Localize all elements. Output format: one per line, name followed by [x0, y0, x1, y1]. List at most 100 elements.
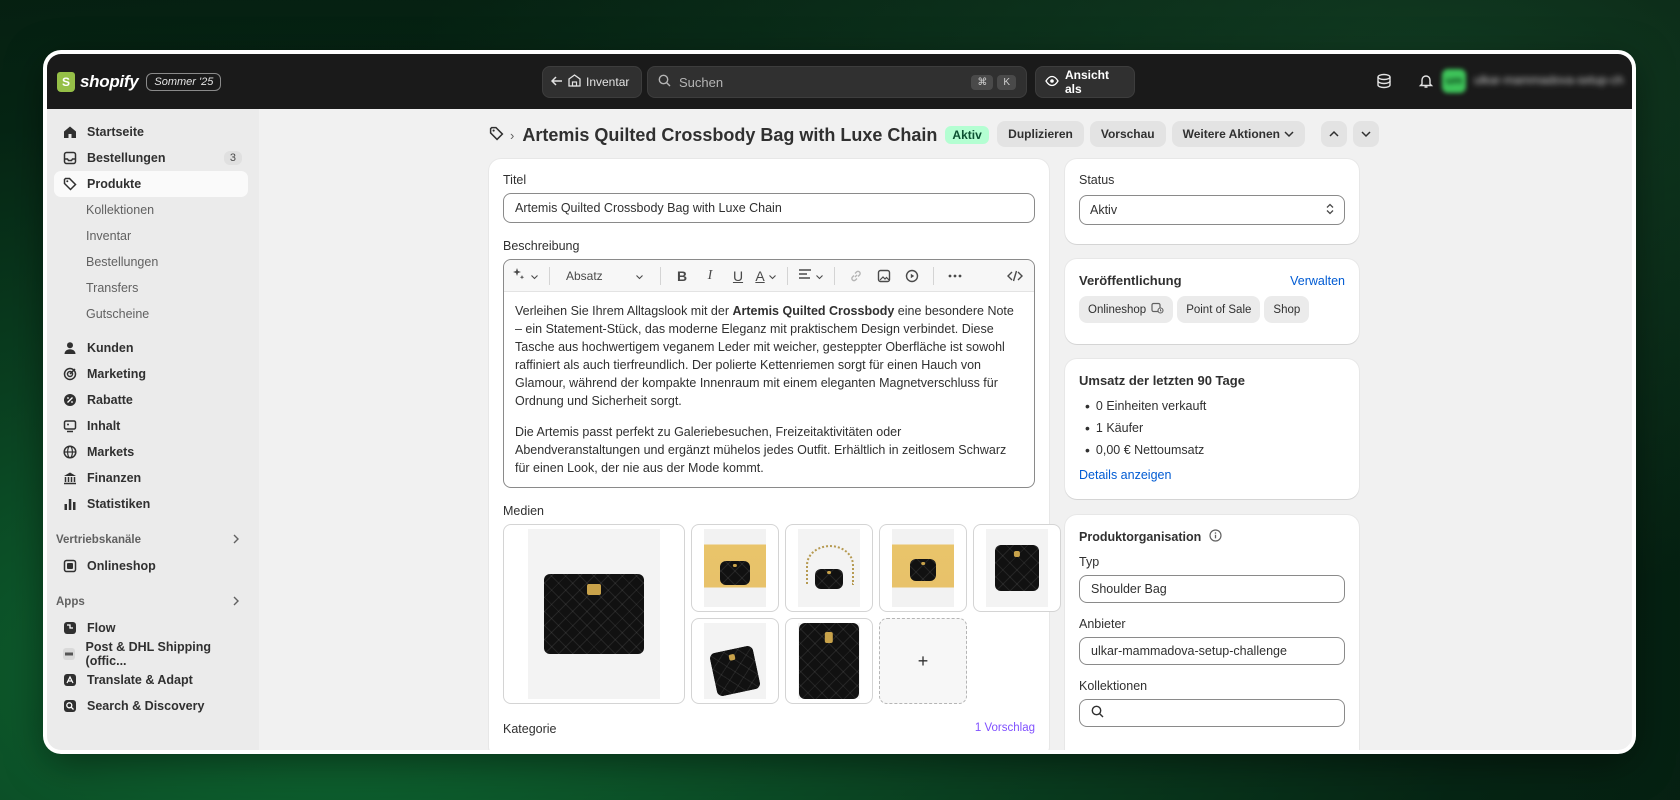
text-color-icon: A	[755, 267, 765, 284]
sidebar-section-sales-channels[interactable]: Vertriebskanäle	[54, 527, 248, 553]
add-media-button[interactable]: +	[879, 618, 967, 704]
eye-icon	[1045, 75, 1059, 90]
stat-net-sales: 0,00 € Nettoumsatz	[1079, 442, 1345, 458]
bag-image	[799, 623, 859, 699]
sidebar-item-discounts[interactable]: Rabatte	[54, 387, 248, 413]
media-item[interactable]	[691, 618, 779, 704]
sales-card: Umsatz der letzten 90 Tage 0 Einheiten v…	[1065, 359, 1359, 499]
view-as-button[interactable]: Ansicht als	[1035, 66, 1135, 98]
sidebar-item-products[interactable]: Produkte	[54, 171, 248, 197]
description-label: Beschreibung	[503, 239, 580, 253]
channel-chip-pos[interactable]: Point of Sale	[1177, 296, 1261, 323]
sidebar-item-label: Translate & Adapt	[87, 673, 193, 687]
preview-button[interactable]: Vorschau	[1089, 121, 1166, 147]
channel-chip-shop[interactable]: Shop	[1264, 296, 1310, 323]
media-item[interactable]	[691, 524, 779, 612]
more-options-icon[interactable]	[944, 265, 966, 287]
manage-link[interactable]: Verwalten	[1290, 274, 1345, 288]
section-label: Vertriebskanäle	[56, 534, 142, 546]
sidebar-item-customers[interactable]: Kunden	[54, 335, 248, 361]
sidebar-section-apps[interactable]: Apps	[54, 589, 248, 615]
publishing-card: Veröffentlichung Verwalten Onlineshop Po…	[1065, 259, 1359, 344]
product-photo	[892, 529, 954, 607]
media-item[interactable]	[879, 524, 967, 612]
details-link[interactable]: Details anzeigen	[1079, 468, 1345, 482]
media-item[interactable]	[785, 618, 873, 704]
previous-product-button[interactable]	[1321, 121, 1347, 147]
sales-title: Umsatz der letzten 90 Tage	[1079, 373, 1245, 388]
shopify-logo[interactable]: S shopify	[57, 71, 139, 92]
sidebar-item-content[interactable]: Inhalt	[54, 413, 248, 439]
paragraph-format-value: Absatz	[566, 268, 603, 283]
sidebar-item-label: Marketing	[87, 367, 147, 381]
sidebar-subitem-transfers[interactable]: Transfers	[54, 275, 248, 301]
sidebar-item-finances[interactable]: Finanzen	[54, 465, 248, 491]
next-product-button[interactable]	[1353, 121, 1379, 147]
type-input[interactable]: Shoulder Bag	[1079, 575, 1345, 603]
image-icon[interactable]	[873, 265, 895, 287]
media-item-main[interactable]	[503, 524, 685, 704]
duplicate-button[interactable]: Duplizieren	[997, 121, 1084, 147]
status-select[interactable]: Aktiv	[1079, 195, 1345, 225]
back-to-inventory-button[interactable]: Inventar	[542, 66, 642, 98]
underline-icon[interactable]: U	[727, 265, 749, 287]
paragraph-format-select[interactable]: Absatz	[560, 265, 650, 287]
type-label: Typ	[1079, 555, 1100, 569]
video-icon[interactable]	[901, 265, 923, 287]
link-icon[interactable]	[845, 265, 867, 287]
sidebar-subitem-purchase-orders[interactable]: Bestellungen	[54, 249, 248, 275]
search-discovery-icon	[62, 698, 78, 714]
product-photo	[704, 529, 766, 607]
description-text[interactable]: Verleihen Sie Ihrem Alltagslook mit der …	[504, 292, 1034, 487]
sidebar-subitem-inventory[interactable]: Inventar	[54, 223, 248, 249]
ai-generate-button[interactable]	[512, 265, 539, 287]
align-button[interactable]	[798, 265, 824, 287]
product-photo	[798, 529, 860, 607]
collections-search-input[interactable]	[1079, 699, 1345, 727]
sidebar-app-search-discovery[interactable]: Search & Discovery	[54, 693, 248, 719]
sidebar-item-label: Produkte	[87, 177, 142, 191]
sidebar-app-flow[interactable]: Flow	[54, 615, 248, 641]
status-select-value: Aktiv	[1090, 203, 1118, 217]
vendor-input[interactable]: ulkar-mammadova-setup-challenge	[1079, 637, 1345, 665]
arrow-left-icon	[550, 75, 563, 90]
sidebar-item-home[interactable]: Startseite	[54, 119, 248, 145]
more-actions-button[interactable]: Weitere Aktionen	[1171, 121, 1305, 147]
bag-image	[910, 559, 936, 581]
sidebar-item-marketing[interactable]: Marketing	[54, 361, 248, 387]
tag-icon[interactable]	[489, 126, 504, 144]
edition-badge[interactable]: Sommer '25	[146, 72, 222, 91]
store-switcher-icon[interactable]	[1372, 69, 1396, 93]
text-color-button[interactable]: A	[755, 265, 777, 287]
media-item[interactable]	[785, 524, 873, 612]
bold-icon[interactable]: B	[671, 265, 693, 287]
bell-icon[interactable]	[1414, 69, 1438, 93]
category-suggestion-link[interactable]: 1 Vorschlag	[975, 722, 1035, 736]
media-label: Medien	[503, 504, 544, 518]
channel-chip-online-store[interactable]: Onlineshop	[1079, 296, 1174, 323]
sidebar-subitem-gift-cards[interactable]: Gutscheine	[54, 301, 248, 327]
sidebar-item-orders[interactable]: Bestellungen 3	[54, 145, 248, 171]
avatar[interactable]: um	[1442, 69, 1466, 93]
sidebar-app-translate[interactable]: Translate & Adapt	[54, 667, 248, 693]
code-view-icon[interactable]	[1004, 265, 1026, 287]
sidebar-item-analytics[interactable]: Statistiken	[54, 491, 248, 517]
content-icon	[62, 418, 78, 434]
sidebar-item-markets[interactable]: Markets	[54, 439, 248, 465]
status-card: Status Aktiv	[1065, 159, 1359, 244]
info-icon[interactable]	[1209, 529, 1222, 545]
back-label: Inventar	[586, 75, 630, 89]
search-input[interactable]: Suchen ⌘ K	[647, 66, 1027, 98]
sidebar-item-label: Onlineshop	[87, 559, 156, 573]
sidebar-subitem-collections[interactable]: Kollektionen	[54, 197, 248, 223]
title-input[interactable]: Artemis Quilted Crossbody Bag with Luxe …	[503, 193, 1035, 223]
store-name[interactable]: ulkar-mammadova-setup-challenge	[1474, 73, 1624, 87]
italic-icon[interactable]: I	[699, 265, 721, 287]
organization-title: Produktorganisation	[1079, 530, 1202, 544]
product-photo	[528, 529, 660, 699]
media-item[interactable]	[973, 524, 1061, 612]
section-label: Apps	[56, 596, 85, 608]
logo-text: shopify	[80, 71, 139, 91]
sidebar-item-online-store[interactable]: Onlineshop	[54, 553, 248, 579]
sidebar-app-dhl[interactable]: Post & DHL Shipping (offic...	[54, 640, 248, 668]
